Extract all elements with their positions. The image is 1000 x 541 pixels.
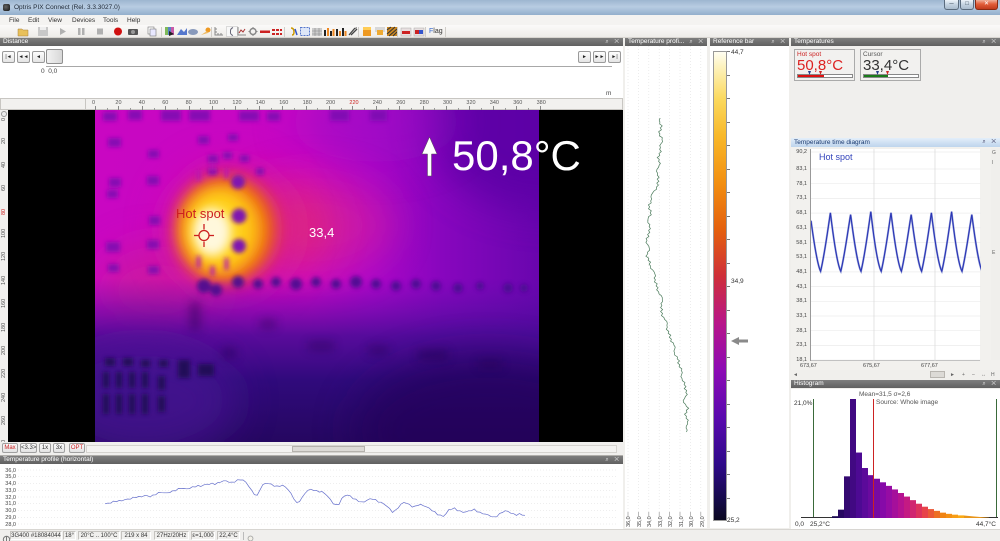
svg-text:21,0%: 21,0%	[794, 400, 813, 407]
svg-text:Hot spot: Hot spot	[176, 206, 225, 221]
svg-text:33,4: 33,4	[309, 225, 334, 240]
svg-text:Mean=31,5 σ=2,6: Mean=31,5 σ=2,6	[859, 391, 911, 398]
svg-text:0,0: 0,0	[795, 521, 804, 528]
svg-text:50,8°C: 50,8°C	[452, 132, 581, 179]
svg-text:44,7°C: 44,7°C	[976, 520, 996, 528]
svg-text:Source: Whole image: Source: Whole image	[876, 399, 939, 406]
svg-text:25,2°C: 25,2°C	[810, 520, 830, 528]
svg-text:Hot spot: Hot spot	[819, 152, 853, 162]
